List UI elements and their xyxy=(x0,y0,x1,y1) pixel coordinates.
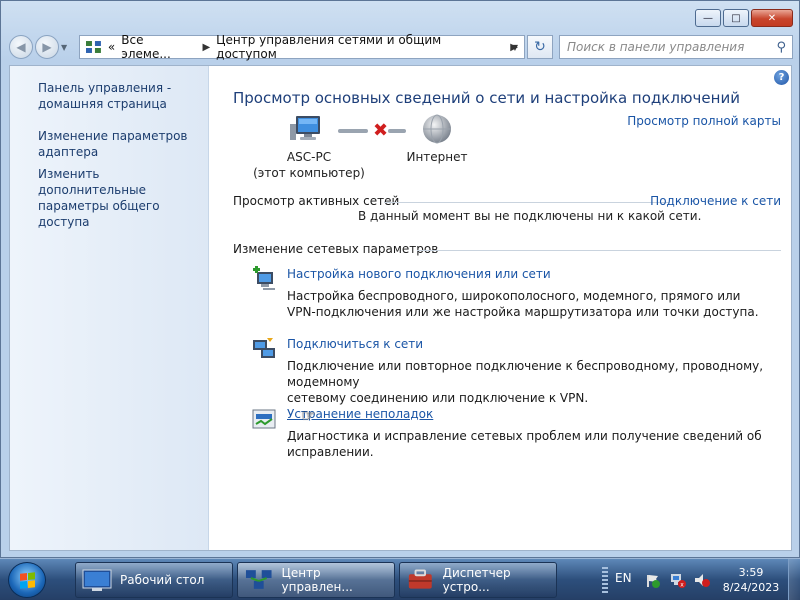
network-crumb-icon xyxy=(86,41,101,53)
sidebar-item-label: домашняя страница xyxy=(38,97,167,111)
system-clock[interactable]: 3:59 8/24/2023 xyxy=(722,565,780,595)
sidebar-item-sharing-settings[interactable]: Изменить дополнительные параметры общего… xyxy=(38,166,208,230)
maximize-button[interactable]: □ xyxy=(723,9,749,27)
task-description-line: Диагностика и исправление сетевых пробле… xyxy=(287,429,762,459)
computer-subtitle: (этот компьютер) xyxy=(253,166,365,180)
svg-text:x: x xyxy=(680,582,684,589)
taskbar-desktop-button[interactable]: Рабочий стол xyxy=(75,562,233,598)
task-description: Подключение или повторное подключение к … xyxy=(287,358,787,406)
taskbar-button-label: Центр управлен... xyxy=(281,566,353,594)
connection-line xyxy=(338,129,368,133)
sidebar: Панель управления - домашняя страница Из… xyxy=(10,66,209,550)
address-dropdown-icon[interactable]: ▼ xyxy=(512,43,518,52)
breadcrumb-separator-icon[interactable]: ▶ xyxy=(202,42,210,53)
windows-logo-icon xyxy=(19,571,35,589)
sidebar-item-home[interactable]: Панель управления - домашняя страница xyxy=(38,80,171,112)
computer-icon[interactable] xyxy=(290,114,324,144)
forward-button[interactable]: ▶ xyxy=(35,35,59,59)
task-description: Настройка беспроводного, широкополосного… xyxy=(287,288,787,320)
volume-muted-icon[interactable] xyxy=(694,572,710,588)
help-button[interactable]: ? xyxy=(774,70,789,85)
connect-to-network-link[interactable]: Подключение к сети xyxy=(650,194,781,208)
not-connected-message: В данный момент вы не подключены ни к ка… xyxy=(358,209,702,223)
language-indicator[interactable]: EN xyxy=(615,571,632,585)
action-center-flag-icon[interactable] xyxy=(645,572,661,588)
network-center-icon xyxy=(245,570,272,589)
task-description-line: VPN-подключения или же настройка маршрут… xyxy=(287,305,759,319)
task-description-line: Настройка беспроводного, широкополосного… xyxy=(287,289,741,303)
taskbar-grip xyxy=(602,567,608,593)
address-overflow-chevron[interactable]: « xyxy=(108,40,115,54)
setup-new-connection-link[interactable]: Настройка нового подключения или сети xyxy=(287,267,551,281)
clock-time: 3:59 xyxy=(738,566,764,579)
sidebar-item-label: Панель управления - xyxy=(38,81,172,95)
network-status-icon[interactable]: x xyxy=(670,572,686,588)
search-icon[interactable]: ⚲ xyxy=(776,40,786,55)
refresh-icon: ↻ xyxy=(534,39,546,55)
page-title: Просмотр основных сведений о сети и наст… xyxy=(233,89,740,107)
sidebar-item-label: адаптера xyxy=(38,145,99,159)
sidebar-item-label: параметры общего доступа xyxy=(38,199,160,229)
connect-to-network-task-link[interactable]: Подключиться к сети xyxy=(287,337,423,351)
breadcrumb-network-center[interactable]: Центр управления сетями и общим доступом xyxy=(216,33,504,61)
forward-arrow-icon: ▶ xyxy=(42,40,52,54)
section-divider xyxy=(417,250,781,251)
computer-name: ASC-PC xyxy=(286,150,332,164)
taskbar-network-center-button[interactable]: Центр управлен... xyxy=(237,562,395,598)
new-connection-icon xyxy=(253,266,275,290)
sidebar-item-adapter-settings[interactable]: Изменение параметров адаптера xyxy=(38,128,188,160)
main-panel: ? Просмотр основных сведений о сети и на… xyxy=(210,66,791,550)
address-bar[interactable]: « Все элеме... ▶ Центр управления сетями… xyxy=(79,33,525,61)
refresh-button[interactable]: ↻ xyxy=(527,35,553,59)
full-map-link[interactable]: Просмотр полной карты xyxy=(627,114,781,128)
task-description-line: Подключение или повторное подключение к … xyxy=(287,359,764,389)
back-button[interactable]: ◀ xyxy=(9,35,33,59)
sidebar-item-label: Изменить дополнительные xyxy=(38,167,146,197)
content-area: Панель управления - домашняя страница Из… xyxy=(9,65,792,551)
taskbar-device-manager-button[interactable]: Диспетчер устро... xyxy=(399,562,557,598)
task-description-line: сетевому соединению или подключение к VP… xyxy=(287,391,589,405)
troubleshoot-icon xyxy=(252,409,276,429)
desktop-icon xyxy=(82,569,112,591)
internet-globe-icon[interactable] xyxy=(422,114,452,144)
connect-network-icon xyxy=(253,338,275,358)
internet-label: Интернет xyxy=(406,150,468,164)
device-manager-icon xyxy=(408,569,432,589)
hand-cursor-icon: ☞ xyxy=(301,406,316,425)
control-panel-window: — □ ✕ ◀ ▶ ▼ « Все элеме... ▶ Центр управ… xyxy=(0,0,800,558)
breadcrumb-all-items[interactable]: Все элеме... xyxy=(121,33,196,61)
disconnected-x-icon[interactable]: ✖ xyxy=(373,120,388,141)
window-controls: — □ ✕ xyxy=(695,9,793,27)
change-settings-heading: Изменение сетевых параметров xyxy=(233,242,439,256)
show-desktop-button[interactable] xyxy=(788,559,800,600)
active-networks-heading: Просмотр активных сетей xyxy=(233,194,400,208)
section-divider xyxy=(384,202,669,203)
search-input[interactable]: Поиск в панели управления ⚲ xyxy=(559,35,793,59)
task-description: Диагностика и исправление сетевых пробле… xyxy=(287,428,787,460)
back-arrow-icon: ◀ xyxy=(16,40,26,54)
close-button[interactable]: ✕ xyxy=(751,9,793,27)
navigation-bar: ◀ ▶ ▼ « Все элеме... ▶ Центр управления … xyxy=(9,33,793,61)
clock-date: 8/24/2023 xyxy=(722,581,780,594)
minimize-button[interactable]: — xyxy=(695,9,721,27)
sidebar-item-label: Изменение параметров xyxy=(38,129,188,143)
search-placeholder: Поиск в панели управления xyxy=(567,40,745,54)
recent-pages-dropdown[interactable]: ▼ xyxy=(61,43,73,52)
start-button[interactable] xyxy=(8,562,46,598)
taskbar-button-label: Диспетчер устро... xyxy=(442,566,511,594)
taskbar-button-label: Рабочий стол xyxy=(120,573,205,587)
taskbar: Рабочий стол Центр управлен... Диспетчер… xyxy=(0,558,800,600)
connection-line xyxy=(388,129,406,133)
